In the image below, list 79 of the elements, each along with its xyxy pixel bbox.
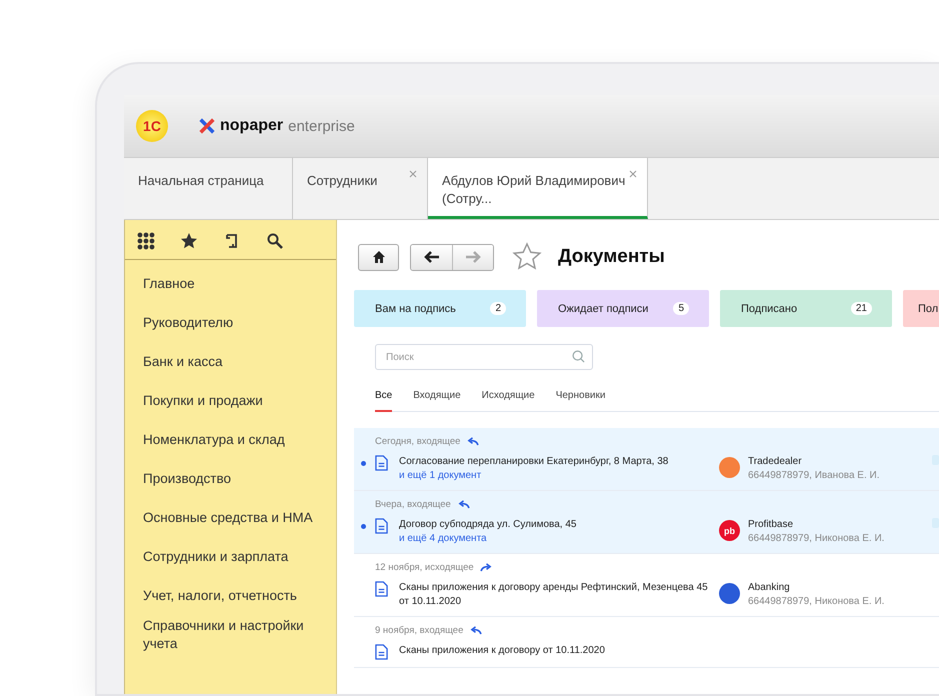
left-arrow-icon — [424, 251, 440, 263]
tab-label: Начальная страница — [138, 173, 264, 188]
search-icon — [572, 350, 585, 363]
grid-icon[interactable] — [137, 232, 155, 250]
document-icon — [375, 581, 388, 597]
sidebar-item[interactable]: Покупки и продажи — [125, 381, 336, 420]
reply-arrow-icon — [469, 626, 482, 635]
document-row[interactable]: 12 ноября, исходящее Сканы приложения к договору аренды Рефтинский, Мезенцева 45 от 10.11.2020 Abanking 66449878979, Никонова Е. И. — [354, 554, 939, 617]
cross-logo-icon — [198, 117, 216, 135]
sidebar-item[interactable]: Основные средства и НМА — [125, 498, 336, 537]
tab[interactable]: Абдулов Юрий Владимирович (Сотру... — [428, 158, 648, 219]
sidebar-item[interactable]: Главное — [125, 264, 336, 303]
document-row[interactable]: Сегодня, входящее Согласование перепланировки Екатеринбург, 8 Марта, 38 и ещё 1 документ Tradedealer 66449878979, Иванова Е. И. — [354, 428, 939, 491]
card-label: Пол — [918, 302, 938, 314]
card-label: Подписано — [741, 302, 798, 314]
tab[interactable]: Начальная страница — [124, 158, 293, 219]
sidebar-item[interactable]: Руководителю — [125, 303, 336, 342]
document-title[interactable]: Сканы приложения к договору аренды Рефтинский, Мезенцева 45 от 10.11.2020 — [399, 581, 719, 609]
count-badge: 2 — [490, 302, 506, 315]
filter-tab[interactable]: Исходящие — [482, 390, 535, 412]
more-documents-link[interactable]: и ещё 4 документа — [399, 532, 719, 546]
star-icon[interactable] — [180, 232, 198, 250]
sidebar-item[interactable]: Номенклатура и склад — [125, 420, 336, 459]
page-title: Документы — [558, 246, 665, 268]
company-details: 66449878979, Никонова Е. И. — [748, 532, 886, 546]
sidebar-item[interactable]: Сотрудники и зарплата — [125, 537, 336, 576]
company-name: Abanking — [748, 581, 791, 595]
status-card[interactable]: Вам на подпись 2 — [354, 290, 526, 327]
document-row[interactable]: 9 ноября, входящее Сканы приложения к договору от 10.11.2020 — [354, 617, 939, 668]
count-badge: 5 — [673, 302, 689, 315]
right-arrow-icon — [465, 251, 481, 263]
document-icon — [375, 455, 388, 471]
brand-name: nopaper — [220, 117, 284, 135]
company-details: 66449878979, Никонова Е. И. — [748, 595, 886, 609]
document-title[interactable]: Согласование перепланировки Екатеринбург, 8 Марта, 38 — [399, 455, 719, 469]
home-button[interactable] — [358, 244, 399, 270]
card-label: Вам на подпись — [375, 302, 456, 314]
brand-suffix: enterprise — [288, 118, 355, 134]
more-documents-link[interactable]: и ещё 1 документ — [399, 469, 719, 483]
tab-label: Сотрудники — [307, 173, 378, 188]
company-name: Profitbase — [748, 518, 794, 532]
document-title[interactable]: Договор субподряда ул. Сулимова, 45 — [399, 518, 719, 532]
company-name: Tradedealer — [748, 455, 803, 469]
logo-badge: 1С — [136, 110, 168, 142]
document-icon — [375, 644, 388, 660]
close-icon[interactable] — [629, 170, 637, 178]
filter-tab[interactable]: Черновики — [556, 390, 606, 412]
home-icon — [372, 250, 386, 264]
tab-label: Абдулов Юрий Владимирович (Сотру... — [442, 173, 626, 206]
document-row[interactable]: Вчера, входящее Договор субподряда ул. Сулимова, 45 и ещё 4 документа pb Profitbase 66449878979, Никонова Е. И. — [354, 491, 939, 554]
status-card[interactable]: Ожидает подписи 5 — [537, 290, 709, 327]
search-field[interactable]: Поиск — [375, 344, 593, 370]
count-badge: 21 — [850, 302, 872, 315]
document-title[interactable]: Сканы приложения к договору от 10.11.2020 — [399, 644, 719, 658]
date-label: 12 ноября, исходящее — [375, 562, 474, 573]
company-details: 66449878979, Иванова Е. И. — [748, 469, 880, 483]
sidebar-item[interactable]: Справочники и настройки учета — [125, 615, 336, 654]
status-card[interactable]: Подписано 21 — [720, 290, 892, 327]
filter-tab[interactable]: Входящие — [413, 390, 461, 412]
date-label: 9 ноября, входящее — [375, 625, 464, 636]
sidebar-item[interactable]: Производство — [125, 459, 336, 498]
search-icon[interactable] — [266, 232, 284, 250]
date-label: Сегодня, входящее — [375, 436, 460, 447]
filter-tab[interactable]: Все — [375, 390, 392, 412]
status-card[interactable]: Пол — [903, 290, 939, 327]
company-logo: pb — [719, 520, 740, 541]
reply-arrow-icon — [466, 437, 480, 446]
card-label: Ожидает подписи — [558, 302, 648, 314]
sidebar-item[interactable]: Учет, налоги, отчетность — [125, 576, 336, 615]
unread-dot — [361, 461, 366, 466]
reply-arrow-icon — [456, 500, 470, 509]
star-outline-icon[interactable] — [512, 242, 542, 272]
back-button[interactable] — [411, 244, 452, 270]
date-label: Вчера, входящее — [375, 499, 451, 510]
sidebar-item[interactable]: Банк и касса — [125, 342, 336, 381]
unread-dot — [361, 524, 366, 529]
document-icon — [375, 518, 388, 534]
forward-arrow-icon — [480, 563, 493, 572]
close-icon[interactable] — [409, 170, 417, 178]
